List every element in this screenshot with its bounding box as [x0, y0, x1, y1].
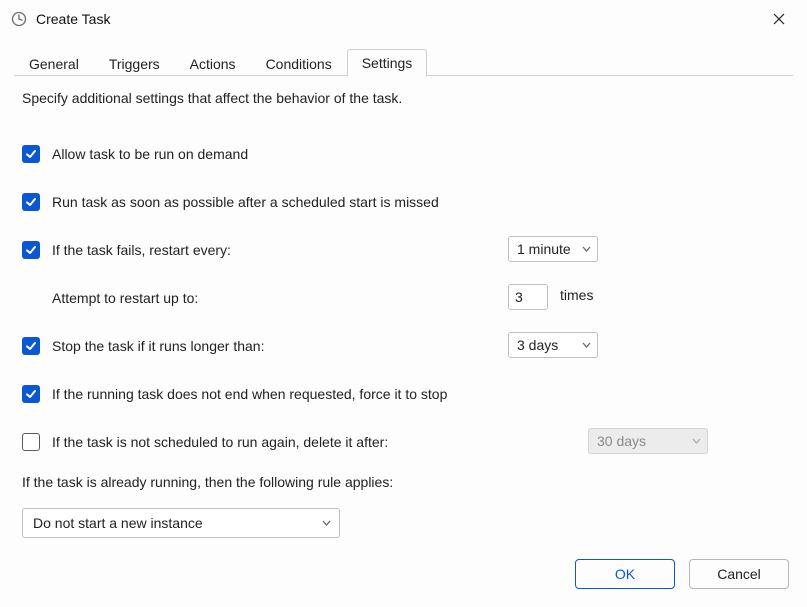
combo-instance-rule[interactable]: Do not start a new instance: [22, 508, 340, 538]
tab-settings[interactable]: Settings: [347, 49, 428, 77]
chevron-down-icon: [322, 520, 331, 526]
label-allow-on-demand: Allow task to be run on demand: [52, 146, 248, 162]
input-attempt-count[interactable]: 3: [508, 284, 548, 310]
label-delete-after: If the task is not scheduled to run agai…: [52, 434, 388, 450]
row-restart-if-fails: If the task fails, restart every: 1 minu…: [22, 238, 785, 262]
window-title: Create Task: [36, 11, 110, 27]
close-icon: [773, 13, 785, 25]
label-attempt-restart: Attempt to restart up to:: [52, 290, 198, 306]
combo-value: 1 minute: [517, 241, 571, 257]
checkbox-allow-on-demand[interactable]: [22, 145, 40, 163]
checkbox-stop-long[interactable]: [22, 337, 40, 355]
input-value: 3: [515, 289, 523, 305]
close-button[interactable]: [759, 4, 799, 34]
dialog-footer: OK Cancel: [0, 545, 807, 607]
combo-value: 30 days: [597, 433, 646, 449]
row-force-stop: If the running task does not end when re…: [22, 382, 785, 406]
checkbox-run-asap[interactable]: [22, 193, 40, 211]
check-icon: [25, 340, 37, 352]
combo-value: Do not start a new instance: [33, 515, 203, 531]
combo-stop-duration[interactable]: 3 days: [508, 332, 598, 358]
tabs: General Triggers Actions Conditions Sett…: [14, 46, 793, 76]
check-icon: [25, 196, 37, 208]
tab-label: Settings: [362, 55, 413, 71]
combo-restart-interval[interactable]: 1 minute: [508, 236, 598, 262]
label-restart-if-fails: If the task fails, restart every:: [52, 242, 231, 258]
tab-triggers[interactable]: Triggers: [94, 50, 175, 77]
check-icon: [25, 244, 37, 256]
tab-conditions[interactable]: Conditions: [251, 50, 347, 77]
row-stop-long: Stop the task if it runs longer than: 3 …: [22, 334, 785, 358]
checkbox-force-stop[interactable]: [22, 385, 40, 403]
check-icon: [25, 388, 37, 400]
ok-button[interactable]: OK: [575, 559, 675, 589]
tab-label: Triggers: [109, 56, 160, 72]
row-run-asap: Run task as soon as possible after a sch…: [22, 190, 785, 214]
chevron-down-icon: [692, 438, 701, 444]
check-icon: [25, 148, 37, 160]
row-attempt-restart: Attempt to restart up to: 3 times: [22, 286, 785, 310]
checkbox-restart-if-fails[interactable]: [22, 241, 40, 259]
settings-panel: Specify additional settings that affect …: [14, 76, 793, 545]
label-times: times: [560, 287, 593, 303]
titlebar: Create Task: [0, 0, 807, 38]
tab-actions[interactable]: Actions: [175, 50, 251, 77]
chevron-down-icon: [582, 342, 591, 348]
label-run-asap: Run task as soon as possible after a sch…: [52, 194, 439, 210]
checkbox-delete-after[interactable]: [22, 433, 40, 451]
tab-general[interactable]: General: [14, 50, 94, 77]
label-stop-long: Stop the task if it runs longer than:: [52, 338, 264, 354]
tab-label: Conditions: [266, 56, 332, 72]
intro-text: Specify additional settings that affect …: [22, 90, 785, 106]
button-label: OK: [615, 566, 635, 582]
label-force-stop: If the running task does not end when re…: [52, 386, 447, 402]
row-delete-after: If the task is not scheduled to run agai…: [22, 430, 785, 454]
app-icon: [10, 10, 28, 28]
tab-label: Actions: [190, 56, 236, 72]
tab-label: General: [29, 56, 79, 72]
rule-text: If the task is already running, then the…: [22, 474, 785, 490]
button-label: Cancel: [717, 566, 761, 582]
combo-delete-after: 30 days: [588, 428, 708, 454]
chevron-down-icon: [582, 246, 591, 252]
row-allow-on-demand: Allow task to be run on demand: [22, 142, 785, 166]
cancel-button[interactable]: Cancel: [689, 559, 789, 589]
combo-value: 3 days: [517, 337, 558, 353]
